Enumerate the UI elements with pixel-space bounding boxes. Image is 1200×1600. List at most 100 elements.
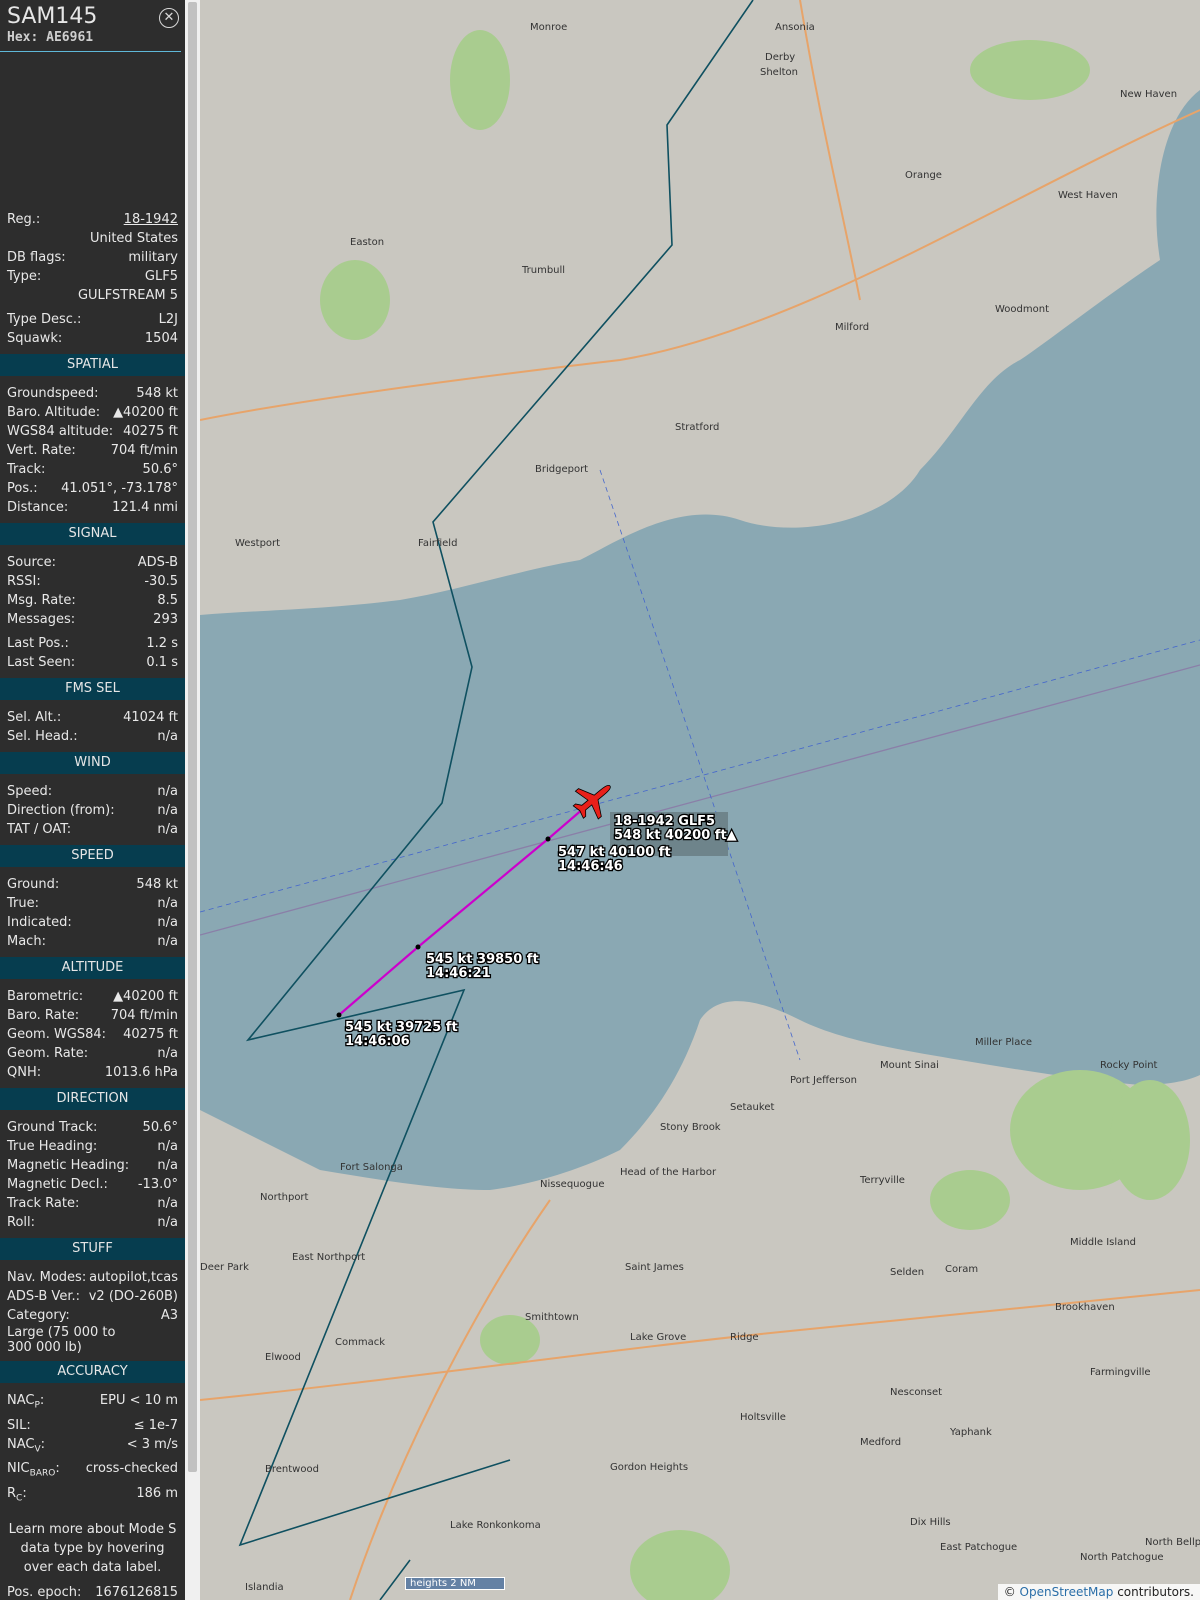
- nacv-row: NACV: < 3 m/s: [7, 1436, 178, 1455]
- section-speed[interactable]: SPEED: [0, 845, 185, 867]
- town-label: Medford: [860, 1437, 901, 1448]
- town-label: Woodmont: [995, 304, 1049, 315]
- town-label: Derby: [765, 52, 795, 63]
- signal2-row: Last Seen: 0.1 s: [7, 655, 178, 670]
- reg-row: Reg.: 18-1942: [7, 210, 178, 229]
- town-label: Trumbull: [521, 265, 565, 276]
- nicbaro-row: NICBARO: cross-checked: [7, 1461, 178, 1479]
- town-label: Brookhaven: [1055, 1302, 1115, 1313]
- town-label: Saint James: [625, 1262, 684, 1273]
- track-point-2[interactable]: [415, 944, 421, 950]
- town-label: Terryville: [859, 1175, 905, 1186]
- altitude-row: Baro. Rate: 704 ft/min: [7, 1008, 178, 1023]
- spatial-row: WGS84 altitude: 40275 ft: [7, 424, 178, 439]
- signal2-row: Last Pos.: 1.2 s: [7, 636, 178, 651]
- type-name-row: GULFSTREAM 5: [77, 288, 178, 303]
- altitude-rows: Barometric: ▲40200 ft Baro. Rate: 704 ft/mi…: [0, 987, 185, 1082]
- town-label: Milford: [835, 322, 869, 333]
- speed-row: Ground: 548 kt: [7, 877, 178, 892]
- signal-row: RSSI: -30.5: [7, 574, 178, 589]
- altitude-row: Geom. Rate: n/a: [7, 1046, 178, 1061]
- direction-row: Ground Track: 50.6°: [7, 1120, 178, 1135]
- section-signal[interactable]: SIGNAL: [0, 523, 185, 545]
- wind-row: TAT / OAT: n/a: [7, 822, 178, 837]
- town-label: Coram: [945, 1264, 978, 1275]
- wind-row: Speed: n/a: [7, 784, 178, 799]
- wind-rows: Speed: n/a Direction (from): n/a TAT / OAT: n…: [0, 782, 185, 839]
- pos-epoch-row: Pos. epoch: 1676126815: [7, 1585, 178, 1600]
- town-label: Monroe: [530, 22, 567, 33]
- section-wind[interactable]: WIND: [0, 752, 185, 774]
- town-label: Selden: [890, 1267, 924, 1278]
- spatial-row: Pos.: 41.051°, -73.178°: [7, 481, 178, 496]
- map-attribution: © OpenStreetMap contributors.: [997, 1584, 1200, 1600]
- maritime-boundary: [200, 639, 1200, 913]
- wind-row: Direction (from): n/a: [7, 803, 178, 818]
- help-note: Learn more about Mode S data type by hov…: [8, 1522, 177, 1576]
- direction-rows: Ground Track: 50.6° True Heading: n/a Magnet…: [0, 1118, 185, 1232]
- altitude-row: Barometric: ▲40200 ft: [7, 989, 178, 1004]
- direction-row: Magnetic Decl.: -13.0°: [7, 1177, 178, 1192]
- track-point-3[interactable]: [336, 1012, 342, 1018]
- track-label-3-speed: 545 kt 39725 ft: [345, 1020, 458, 1035]
- aircraft-header: SAM145 Hex: AE6961 ✕: [0, 0, 181, 52]
- town-label: Ansonia: [775, 22, 815, 33]
- town-label: New Haven: [1120, 89, 1177, 100]
- track-point-1[interactable]: [545, 836, 551, 842]
- section-altitude[interactable]: ALTITUDE: [0, 957, 185, 979]
- section-accuracy[interactable]: ACCURACY: [0, 1361, 185, 1383]
- fms-row: Sel. Alt.: 41024 ft: [7, 710, 178, 725]
- speed-row: Mach: n/a: [7, 934, 178, 949]
- aircraft-label-line2: 548 kt 40200 ft▲: [614, 828, 737, 843]
- direction-row: Track Rate: n/a: [7, 1196, 178, 1211]
- section-direction[interactable]: DIRECTION: [0, 1088, 185, 1110]
- map-view[interactable]: 18-1942 GLF5 548 kt 40200 ft▲ 547 kt 401…: [200, 0, 1200, 1600]
- stuff-rows: Nav. Modes: autopilot,tcas ADS-B Ver.: v2 (…: [0, 1268, 185, 1325]
- direction-row: Roll: n/a: [7, 1215, 178, 1230]
- scrollbar-thumb[interactable]: [188, 2, 197, 1472]
- town-label: Shelton: [760, 67, 798, 78]
- section-stuff[interactable]: STUFF: [0, 1238, 185, 1260]
- nacp-row: NACP: EPU < 10 m: [7, 1393, 178, 1411]
- speed-row: Indicated: n/a: [7, 915, 178, 930]
- speed-rows: Ground: 548 kt True: n/a Indicated: n/a Mach: n…: [0, 875, 185, 951]
- town-label: Dix Hills: [910, 1517, 951, 1528]
- registration-link[interactable]: 18-1942: [124, 210, 178, 229]
- type-row: Type: GLF5: [7, 269, 178, 284]
- signal-rows-2: Last Pos.: 1.2 s Last Seen: 0.1 s: [0, 634, 185, 672]
- altitude-row: Geom. WGS84: 40275 ft: [7, 1027, 178, 1042]
- aircraft-info-panel: SAM145 Hex: AE6961 ✕ Reg.: 18-1942 United…: [0, 0, 185, 1600]
- town-label: Islandia: [245, 1582, 284, 1593]
- town-label: Easton: [350, 237, 384, 248]
- town-label: Fort Salonga: [340, 1162, 403, 1173]
- track-label-2-time: 14:46:21: [426, 966, 491, 981]
- town-label: Commack: [335, 1337, 385, 1348]
- town-label: Yaphank: [949, 1427, 992, 1438]
- track-label-3-time: 14:46:06: [345, 1034, 410, 1049]
- spatial-rows: Groundspeed: 548 kt Baro. Altitude: ▲40200 …: [0, 384, 185, 517]
- signal-row: Msg. Rate: 8.5: [7, 593, 178, 608]
- speed-row: True: n/a: [7, 896, 178, 911]
- dbflags-row: DB flags: military: [7, 250, 178, 265]
- town-label: West Haven: [1058, 190, 1118, 201]
- track-label-1-speed: 547 kt 40100 ft: [558, 845, 671, 860]
- close-icon[interactable]: ✕: [159, 8, 179, 28]
- town-label: East Patchogue: [940, 1542, 1017, 1553]
- town-label: Rocky Point: [1100, 1060, 1158, 1071]
- category-desc: Large (75 000 to 300 000 lb): [7, 1325, 116, 1355]
- town-label: Nesconset: [890, 1387, 942, 1398]
- callsign: SAM145: [7, 4, 98, 29]
- town-label: Greenlawn: [200, 0, 254, 3]
- town-label: Ridge: [730, 1332, 759, 1343]
- aircraft-photo-area: [0, 52, 185, 210]
- town-label: Farmingville: [1090, 1367, 1151, 1378]
- altitude-row: QNH: 1013.6 hPa: [7, 1065, 178, 1080]
- section-fms[interactable]: FMS SEL: [0, 678, 185, 700]
- stuff-row: ADS-B Ver.: v2 (DO-260B): [7, 1289, 178, 1304]
- country-row: United States: [89, 231, 178, 246]
- osm-link[interactable]: OpenStreetMap: [1020, 1585, 1114, 1599]
- sidebar-scrollbar[interactable]: [185, 0, 200, 1600]
- spatial-row: Groundspeed: 548 kt: [7, 386, 178, 401]
- map-canvas[interactable]: 18-1942 GLF5 548 kt 40200 ft▲ 547 kt 401…: [200, 0, 1200, 1600]
- section-spatial[interactable]: SPATIAL: [0, 354, 185, 376]
